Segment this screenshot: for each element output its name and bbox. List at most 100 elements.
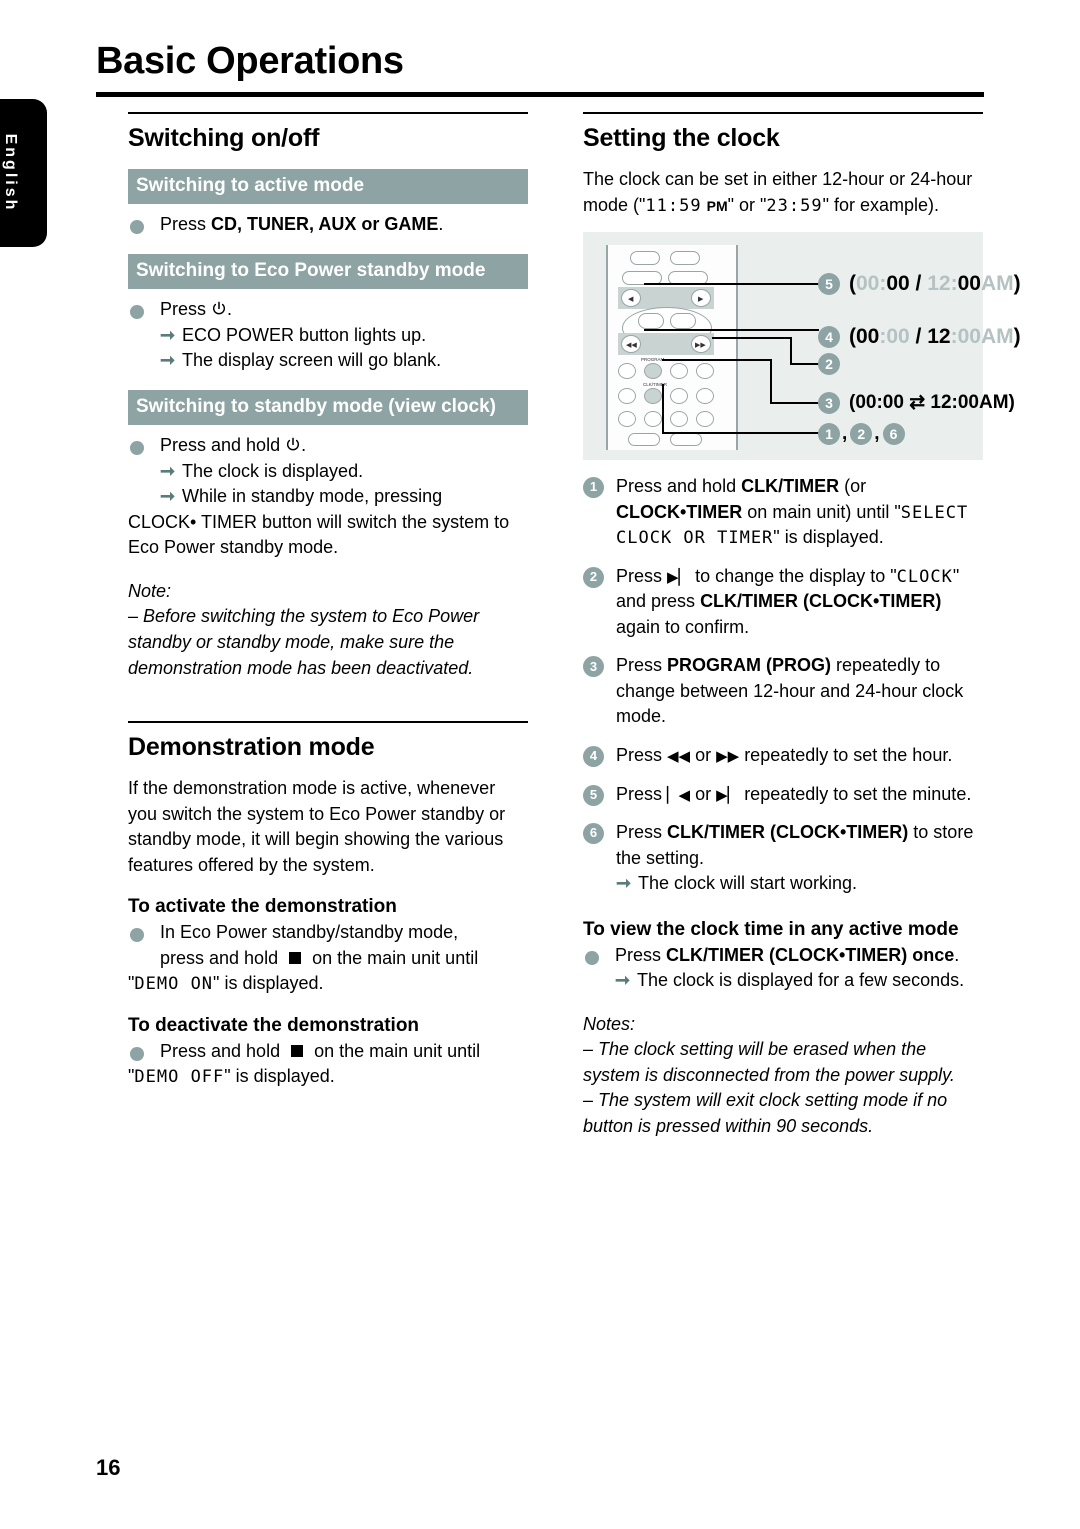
list-item: Press . ➞ ECO POWER button lights up. ➞ Th… <box>128 297 528 374</box>
leader-line <box>770 402 820 405</box>
section-title-switching: Switching on/off <box>128 124 320 152</box>
arrow-icon: ➞ <box>160 324 176 345</box>
result-text: ECO POWER button lights up. <box>182 324 427 345</box>
remote-button <box>670 363 688 380</box>
leader-line <box>790 363 820 366</box>
standby-instruction: Press and hold . <box>160 433 528 459</box>
power-icon <box>213 301 225 315</box>
subheader-eco-standby: Switching to Eco Power standby mode <box>128 253 528 290</box>
lcd-time-24h: 23:59 <box>766 195 823 216</box>
callout-2: 2 <box>818 353 840 376</box>
list-item: In Eco Power standby/standby mode, press… <box>128 920 528 997</box>
callout-number-1: 1 <box>818 423 840 446</box>
forward-icon: ▶▶ <box>716 748 740 766</box>
step-number-4: 4 <box>583 746 604 768</box>
stop-square-icon <box>291 1044 304 1057</box>
list-item: Press CLK/TIMER (CLOCK•TIMER) once. ➞ The… <box>583 943 983 994</box>
remote-button <box>644 411 662 428</box>
section-divider <box>583 112 983 114</box>
leader-line <box>662 432 820 435</box>
press-label: Press <box>160 214 212 235</box>
arrow-icon: ➞ <box>160 486 176 507</box>
arrow-icon: ➞ <box>160 350 176 371</box>
right-column: Setting the clock The clock can be set i… <box>583 112 1021 1140</box>
next-track-icon: ▶ <box>698 296 704 304</box>
result-line: ➞ While in standby mode, pressing <box>160 484 528 510</box>
demo-intro: If the demonstration mode is active, whe… <box>128 778 506 875</box>
remote-button <box>670 313 696 330</box>
callout-number-4: 4 <box>818 326 840 349</box>
period: . <box>438 214 444 235</box>
deactivate-demo-result: "DEMO OFF" is displayed. <box>128 1066 335 1088</box>
list-item: Press CD, TUNER, AUX or GAME. <box>128 212 528 238</box>
prev-track-icon: ▏◀ <box>667 786 691 804</box>
manual-page: English Basic Operations Switching on/of… <box>0 0 1080 1529</box>
program-label: PROGRAM <box>641 357 665 363</box>
activate-line-2a: press and hold <box>160 947 284 968</box>
source-keys: CD, TUNER, AUX or GAME <box>211 214 439 235</box>
result-text: The display screen will go blank. <box>182 350 442 371</box>
result-line: ➞ The display screen will go blank. <box>160 348 528 374</box>
displayed-text: is displayed. <box>219 973 324 994</box>
view-clock-instruction: Press CLK/TIMER (CLOCK•TIMER) once. <box>615 943 983 969</box>
section-title-demonstration: Demonstration mode <box>128 733 375 762</box>
next-track-icon: ▶▏ <box>667 568 691 586</box>
step-3-text: Press PROGRAM (PROG) repeatedly to chang… <box>616 655 964 727</box>
step-4-text: Press ◀◀ or ▶▶ repeatedly to set the hou… <box>616 745 953 766</box>
result-line: ➞ The clock is displayed. <box>160 459 528 485</box>
press-label: Press <box>615 944 667 965</box>
title-divider <box>96 92 984 97</box>
arrow-icon: ➞ <box>616 873 632 894</box>
rewind-icon: ◀◀ <box>626 342 637 350</box>
activate-demo-result: "DEMO ON" is displayed. <box>128 973 324 995</box>
result-continuation: CLOCK• TIMER button will switch the syst… <box>128 511 510 558</box>
subhead-deactivate-demo: To deactivate the demonstration <box>128 1014 420 1036</box>
callout-comma: , <box>842 423 848 445</box>
step-number-1: 1 <box>583 477 604 499</box>
remote-button <box>618 411 636 428</box>
bullet-dot-icon <box>130 220 144 235</box>
result-line: ➞ The clock is displayed for a few second… <box>615 968 983 994</box>
remote-button <box>638 313 664 330</box>
stop-square-icon <box>289 951 302 964</box>
remote-button <box>696 363 714 380</box>
callout-text-4: (00:00 / 12:00AM) <box>849 325 1021 349</box>
step-4: 4 Press ◀◀ or ▶▶ repeatedly to set the h… <box>583 743 983 769</box>
displayed-text: is displayed. <box>230 1066 335 1087</box>
lcd-demo-off: DEMO OFF <box>134 1067 225 1088</box>
subhead-view-clock: To view the clock time in any active mod… <box>583 918 959 940</box>
period: . <box>227 299 233 320</box>
note-item: – The clock setting will be erased when … <box>583 1039 955 1085</box>
remote-control-illustration: ◀ ▶ ◀◀ ▶▶ PROGRAM CLK/TIMER <box>606 245 738 451</box>
subhead-activate-demo: To activate the demonstration <box>128 896 397 918</box>
remote-button <box>696 388 714 405</box>
step-3: 3 Press PROGRAM (PROG) repeatedly to cha… <box>583 653 983 730</box>
next-track-icon: ▶▏ <box>716 786 740 804</box>
clock-intro: The clock can be set in either 12-hour o… <box>583 167 983 218</box>
rewind-icon: ◀◀ <box>667 748 691 766</box>
view-clock-keys: CLK/TIMER (CLOCK•TIMER) once <box>666 944 955 965</box>
program-button[interactable] <box>644 363 662 380</box>
clock-intro-c: " for example). <box>822 194 940 215</box>
notes-label: Notes: <box>583 1013 636 1034</box>
eco-standby-instruction: Press . <box>160 297 528 323</box>
leader-line <box>770 359 772 405</box>
page-title: Basic Operations <box>96 40 404 82</box>
step-5-text: Press ▏◀ or ▶▏ repeatedly to set the min… <box>616 783 972 804</box>
note-text: – Before switching the system to Eco Pow… <box>128 606 480 678</box>
leader-line <box>644 329 819 332</box>
remote-button <box>670 433 702 447</box>
subheader-standby-view-clock: Switching to standby mode (view clock) <box>128 389 528 426</box>
bullet-dot-icon <box>130 305 144 320</box>
bullet-dot-icon <box>130 928 144 943</box>
callout-number-2b: 2 <box>850 423 873 446</box>
activate-line-2b: on the main unit until <box>307 947 479 968</box>
period: . <box>301 435 307 456</box>
result-text: The clock is displayed. <box>182 460 364 481</box>
remote-button <box>670 251 700 266</box>
demonstration-section: Demonstration mode If the demonstration … <box>128 721 528 1090</box>
section-title-setting-clock: Setting the clock <box>583 124 780 152</box>
step-2-text: Press ▶▏ to change the display to "CLOCK… <box>616 565 960 637</box>
clk-timer-button[interactable] <box>644 388 662 405</box>
callout-number-3: 3 <box>818 391 840 414</box>
